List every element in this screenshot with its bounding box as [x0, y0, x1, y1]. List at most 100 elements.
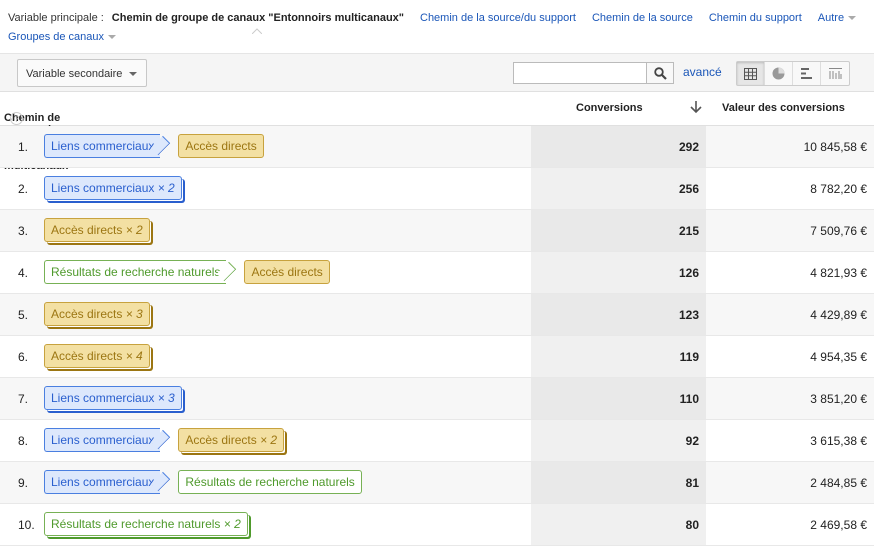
table-row: 4. Résultats de recherche naturels Accès d…	[0, 252, 874, 294]
repeat-count: × 2	[125, 223, 143, 237]
channel-label: Accès directs	[51, 349, 123, 363]
column-header-conversions[interactable]: Conversions	[576, 102, 643, 114]
channel-path: Liens commerciaux Accès directs	[44, 134, 272, 158]
channel-chip-blue[interactable]: Liens commerciaux	[44, 134, 161, 158]
row-number: 8.	[18, 434, 29, 448]
row-number: 9.	[18, 476, 29, 490]
table-search-input[interactable]	[513, 62, 647, 84]
conversion-value-cell: 7 509,76 €	[810, 224, 867, 238]
column-header-conversion-value[interactable]: Valeur des conversions	[722, 102, 845, 114]
pie-view-button[interactable]	[765, 62, 793, 85]
channel-chip-green[interactable]: Résultats de recherche naturels	[178, 470, 362, 494]
dimension-link-source-medium[interactable]: Chemin de la source/du support	[420, 12, 576, 24]
channel-chip-yellow[interactable]: Accès directs	[244, 260, 330, 284]
channel-label: Résultats de recherche naturels	[51, 517, 221, 531]
search-button[interactable]	[647, 62, 674, 84]
row-number: 7.	[18, 392, 29, 406]
primary-dimension-bar: Variable principale : Chemin de groupe d…	[0, 0, 874, 54]
channel-chip-blue[interactable]: Liens commerciaux	[44, 470, 161, 494]
channel-label: Liens commerciaux	[51, 433, 155, 447]
channel-groups-label: Groupes de canaux	[8, 31, 105, 43]
secondary-dimension-dropdown[interactable]: Variable secondaire	[17, 59, 147, 87]
channel-label: Accès directs	[185, 433, 257, 447]
conversion-value-cell: 2 484,85 €	[810, 476, 867, 490]
table-body: 1. Liens commerciaux Accès directs 292 10 84…	[0, 126, 874, 546]
channel-path: Liens commerciaux × 2	[44, 176, 190, 200]
channel-path: Résultats de recherche naturels Accès dir…	[44, 260, 338, 284]
dimension-link-medium[interactable]: Chemin du support	[709, 12, 802, 24]
bar-view-button[interactable]	[793, 62, 821, 85]
channel-chip-yellow[interactable]: Accès directs × 4	[44, 344, 150, 368]
conversions-cell: 92	[531, 420, 706, 461]
conversions-cell: 292	[531, 126, 706, 167]
conversions-cell: 119	[531, 336, 706, 377]
table-header: Chemin de groupe de canaux "Entonnoirs m…	[0, 92, 874, 172]
comparison-icon	[828, 68, 842, 79]
channel-label: Accès directs	[251, 265, 323, 279]
row-number: 10.	[18, 518, 35, 532]
conversions-cell: 123	[531, 294, 706, 335]
channel-label: Accès directs	[185, 139, 257, 153]
comparison-view-button[interactable]	[821, 62, 849, 85]
channel-chip-blue[interactable]: Liens commerciaux × 2	[44, 176, 182, 200]
repeat-count: × 4	[125, 349, 143, 363]
conversion-value-cell: 3 851,20 €	[810, 392, 867, 406]
conversion-value-cell: 3 615,38 €	[810, 434, 867, 448]
conversions-cell: 256	[531, 168, 706, 209]
table-row: 8. Liens commerciaux Accès directs × 2 92 3 …	[0, 420, 874, 462]
row-number: 4.	[18, 266, 29, 280]
channel-path: Accès directs × 3	[44, 302, 158, 326]
channel-label: Accès directs	[51, 307, 123, 321]
dimension-link-source[interactable]: Chemin de la source	[592, 12, 693, 24]
bar-icon	[800, 68, 812, 79]
caret-down-icon	[848, 16, 857, 21]
repeat-count: × 3	[125, 307, 143, 321]
caret-down-icon	[108, 35, 117, 40]
channel-label: Accès directs	[51, 223, 123, 237]
channel-chip-blue[interactable]: Liens commerciaux × 3	[44, 386, 182, 410]
channel-path: Liens commerciaux Résultats de recherche …	[44, 470, 370, 494]
conversion-value-cell: 8 782,20 €	[810, 182, 867, 196]
channel-path: Accès directs × 2	[44, 218, 158, 242]
channel-label: Liens commerciaux	[51, 391, 155, 405]
view-switcher	[736, 61, 850, 86]
conversions-cell: 215	[531, 210, 706, 251]
table-view-button[interactable]	[737, 62, 765, 85]
table-toolbar: Variable secondaire avancé	[0, 54, 874, 92]
conversion-value-cell: 2 469,58 €	[810, 518, 867, 532]
selected-indicator-icon	[252, 28, 262, 34]
conversion-value-cell: 10 845,58 €	[803, 140, 867, 154]
primary-dimension-current: Chemin de groupe de canaux "Entonnoirs m…	[111, 12, 404, 24]
channel-chip-yellow[interactable]: Accès directs × 3	[44, 302, 150, 326]
channel-groups-dropdown[interactable]: Groupes de canaux	[8, 31, 117, 43]
table-row: 2. Liens commerciaux × 2 256 8 782,20 €	[0, 168, 874, 210]
dimension-other-dropdown[interactable]: Autre	[817, 12, 857, 24]
channel-chip-blue[interactable]: Liens commerciaux	[44, 428, 161, 452]
sort-arrow-down-icon[interactable]	[690, 101, 702, 117]
channel-chip-green[interactable]: Résultats de recherche naturels × 2	[44, 512, 248, 536]
other-label: Autre	[817, 12, 845, 24]
channel-path: Liens commerciaux × 3	[44, 386, 190, 410]
repeat-count: × 3	[157, 391, 175, 405]
table-row: 9. Liens commerciaux Résultats de recherch…	[0, 462, 874, 504]
conversion-value-cell: 4 429,89 €	[810, 308, 867, 322]
channel-label: Liens commerciaux	[51, 181, 155, 195]
channel-chip-green[interactable]: Résultats de recherche naturels	[44, 260, 227, 284]
primary-dimension-label: Variable principale :	[8, 12, 104, 24]
table-icon	[744, 67, 757, 80]
channel-label: Résultats de recherche naturels	[51, 265, 221, 279]
channel-path: Accès directs × 4	[44, 344, 158, 368]
row-number: 3.	[18, 224, 29, 238]
channel-label: Liens commerciaux	[51, 475, 155, 489]
table-row: 5. Accès directs × 3 123 4 429,89 €	[0, 294, 874, 336]
channel-chip-yellow[interactable]: Accès directs × 2	[178, 428, 285, 452]
row-number: 1.	[18, 140, 29, 154]
channel-chip-yellow[interactable]: Accès directs × 2	[44, 218, 150, 242]
channel-label: Liens commerciaux	[51, 139, 155, 153]
row-number: 6.	[18, 350, 29, 364]
help-icon[interactable]: ?	[10, 112, 23, 125]
repeat-count: × 2	[157, 181, 175, 195]
table-row: 6. Accès directs × 4 119 4 954,35 €	[0, 336, 874, 378]
channel-chip-yellow[interactable]: Accès directs	[178, 134, 264, 158]
advanced-search-link[interactable]: avancé	[683, 65, 722, 79]
